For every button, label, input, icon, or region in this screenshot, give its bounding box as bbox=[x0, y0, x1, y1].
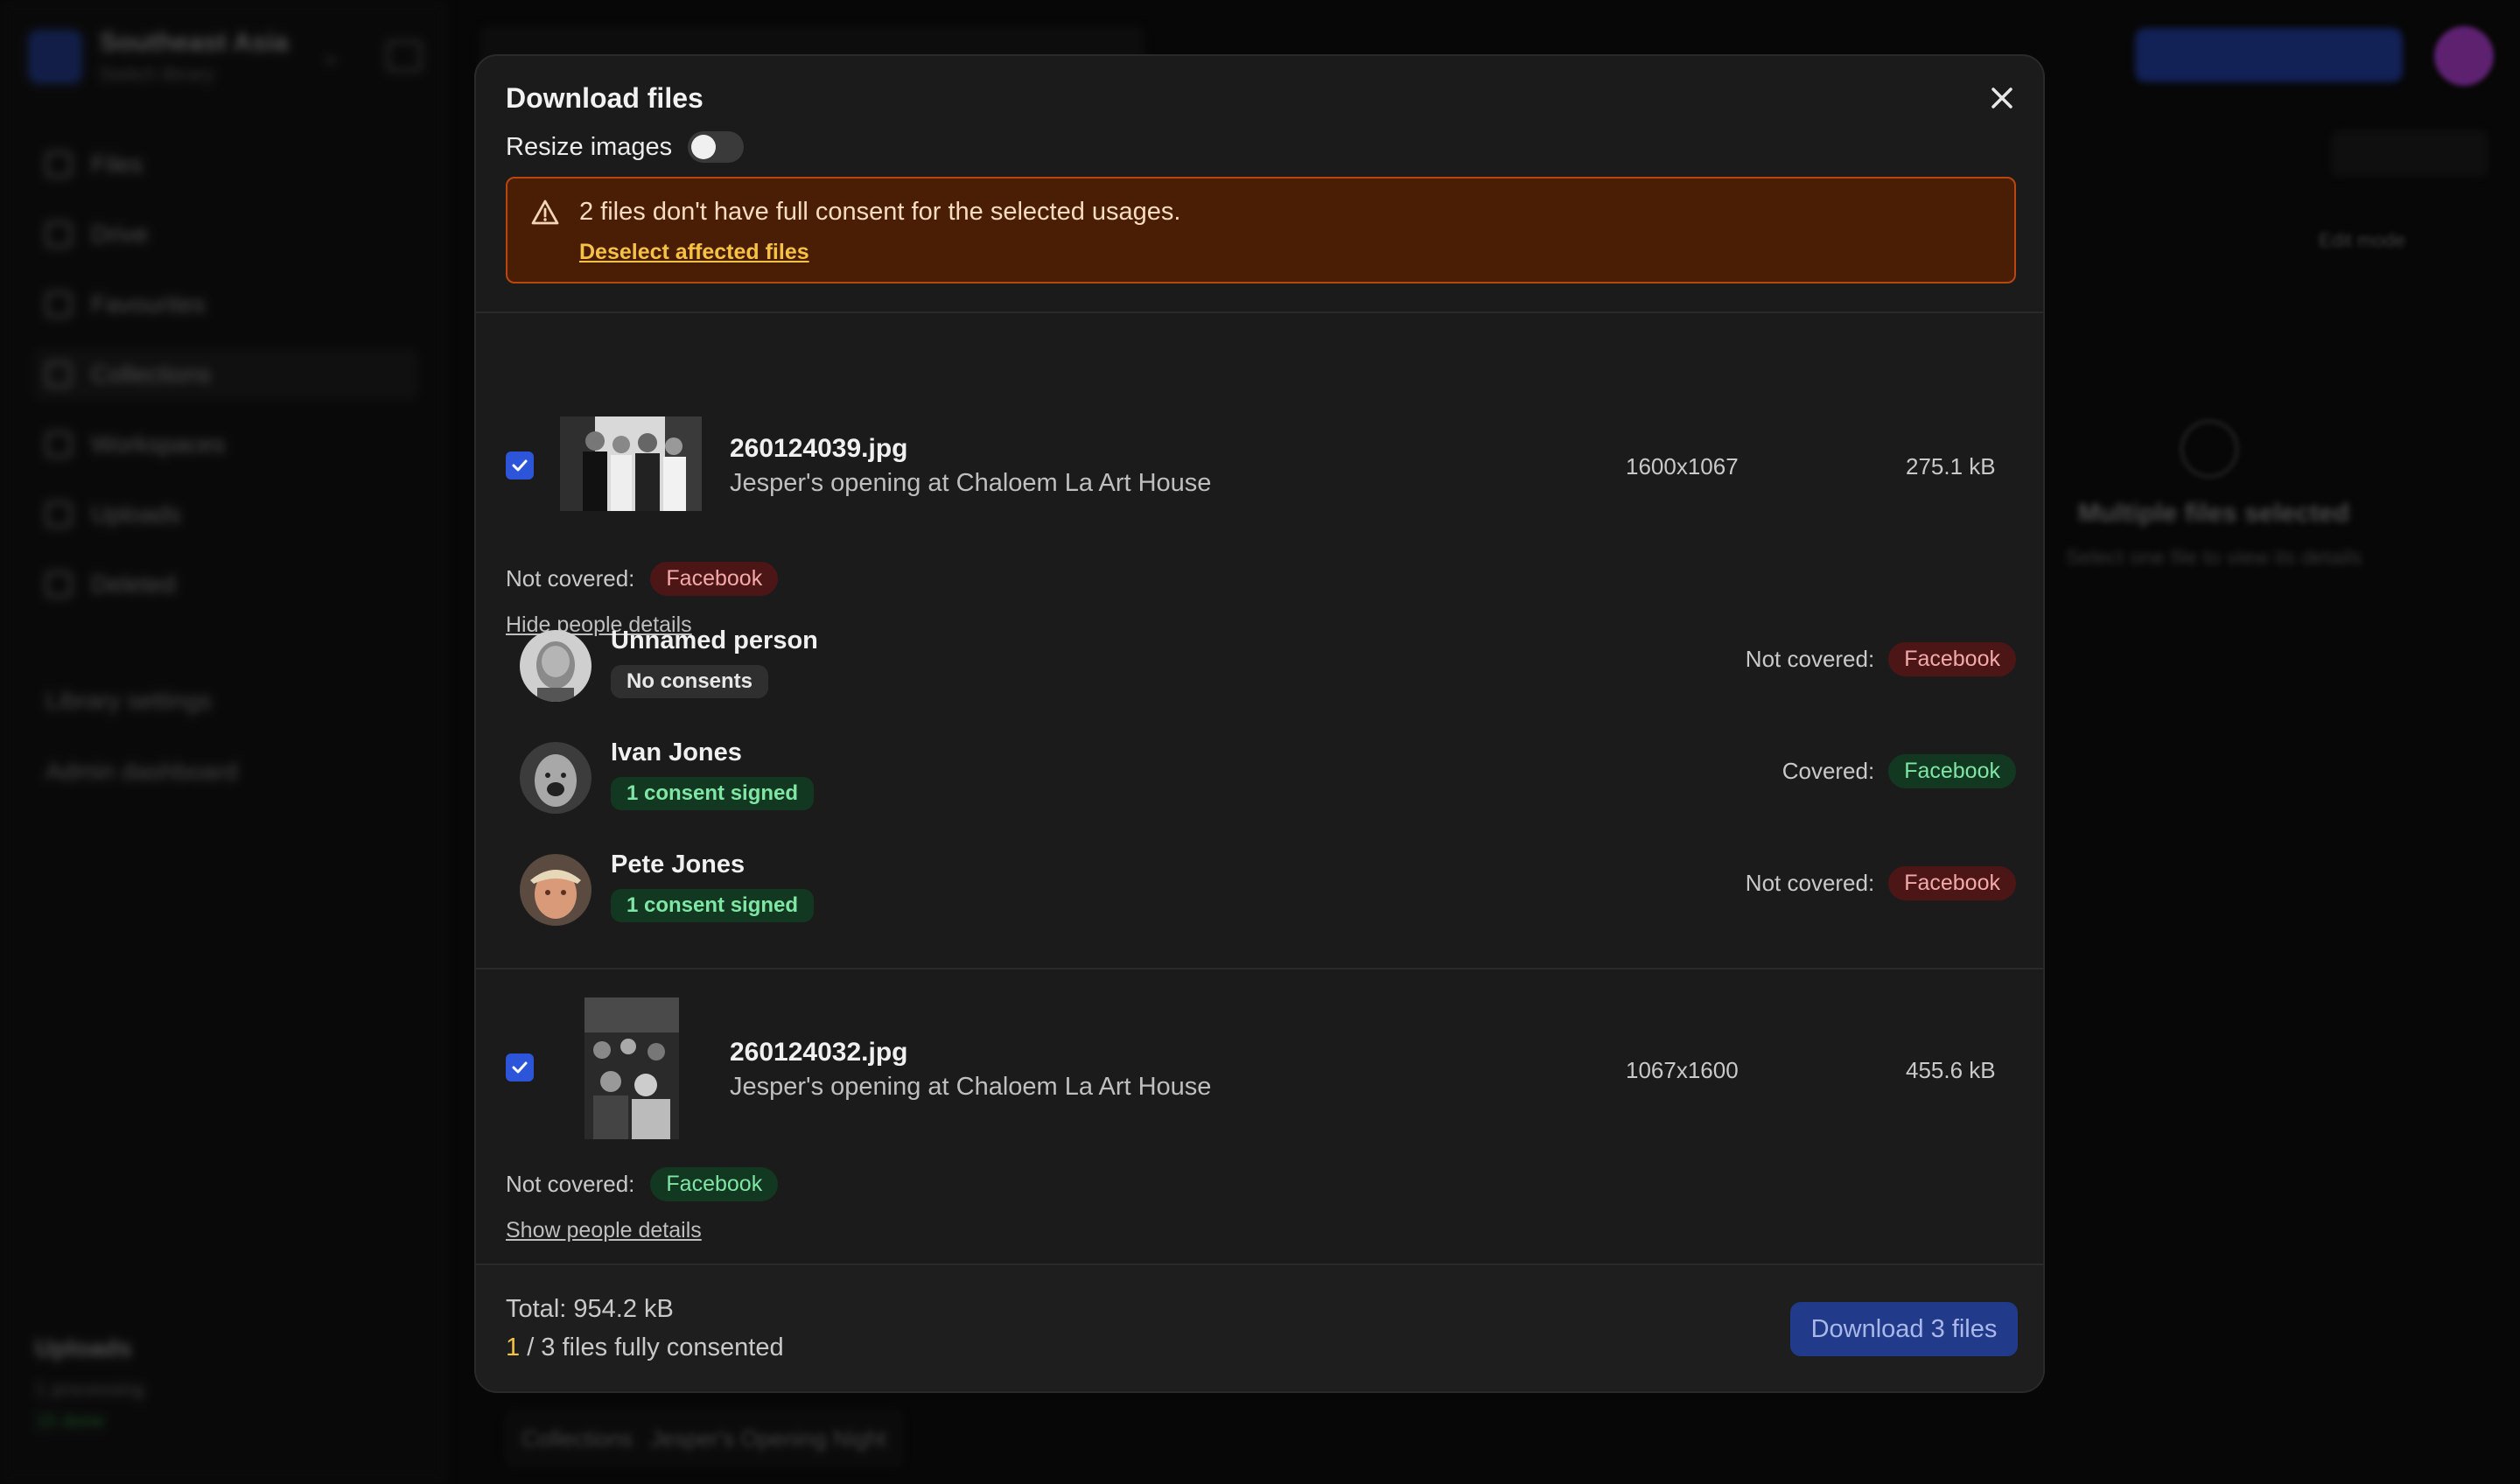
file-checkbox[interactable] bbox=[506, 452, 534, 480]
close-icon[interactable] bbox=[1984, 80, 2020, 116]
warning-triangle-icon bbox=[531, 200, 559, 225]
toggle-people-details-link[interactable]: Show people details bbox=[506, 1218, 702, 1243]
avatar bbox=[520, 742, 592, 814]
modal-title: Download files bbox=[506, 82, 704, 114]
warning-text: 2 files don't have full consent for the … bbox=[579, 198, 1181, 226]
person-coverage: Not covered: Facebook bbox=[1746, 642, 2016, 676]
person-row: Ivan Jones 1 consent signed Covered: Fac… bbox=[520, 733, 2016, 821]
coverage-label: Not covered: bbox=[1745, 870, 1875, 896]
person-row: Unnamed person No consents Not covered: … bbox=[520, 621, 2016, 709]
file-name: 260124039.jpg bbox=[730, 434, 908, 463]
file-dimensions: 1600x1067 bbox=[1626, 453, 1739, 480]
avatar bbox=[520, 630, 592, 702]
consent-status: 1 consent signed bbox=[611, 889, 815, 922]
coverage-label: Covered: bbox=[1782, 758, 1875, 784]
avatar bbox=[520, 854, 592, 926]
deselect-affected-files-link[interactable]: Deselect affected files bbox=[579, 240, 809, 265]
usage-badge: Facebook bbox=[1888, 754, 2016, 788]
person-name: Unnamed person bbox=[611, 626, 818, 654]
file-description: Jesper's opening at Chaloem La Art House bbox=[730, 469, 1212, 497]
usage-badge: Facebook bbox=[650, 1167, 779, 1201]
file-thumbnail[interactable] bbox=[584, 998, 679, 1139]
consent-status: No consents bbox=[611, 665, 769, 698]
person-name: Pete Jones bbox=[611, 850, 746, 878]
file-dimensions: 1067x1600 bbox=[1626, 1057, 1739, 1083]
person-name: Ivan Jones bbox=[611, 738, 742, 766]
file-row: 260124032.jpg Jesper's opening at Chaloe… bbox=[476, 970, 2043, 1264]
person-row: Pete Jones 1 consent signed Not covered:… bbox=[520, 845, 2016, 933]
file-name: 260124032.jpg bbox=[730, 1038, 908, 1067]
consented-rest: / 3 files fully consented bbox=[520, 1334, 784, 1362]
file-checkbox[interactable] bbox=[506, 1054, 534, 1082]
resize-images-row: Resize images bbox=[506, 130, 745, 164]
resize-images-toggle[interactable] bbox=[688, 131, 745, 163]
coverage-label: Not covered: bbox=[1745, 646, 1875, 672]
resize-images-label: Resize images bbox=[506, 132, 673, 161]
consent-badge: No consents bbox=[611, 665, 769, 698]
consented-count: 1 bbox=[506, 1334, 521, 1362]
file-size: 455.6 kB bbox=[1906, 1057, 1996, 1083]
download-button[interactable]: Download 3 files bbox=[1790, 1302, 2018, 1356]
usage-badge: Facebook bbox=[1888, 866, 2016, 900]
consent-badge: 1 consent signed bbox=[611, 889, 815, 922]
app-root: Southeast Asia Switch library ⌄ Files Dr… bbox=[0, 0, 2520, 1484]
coverage-label: Not covered: bbox=[506, 565, 635, 592]
modal-footer: Total: 954.2 kB 1 / 3 files fully consen… bbox=[476, 1264, 2043, 1391]
usage-badge: Facebook bbox=[1888, 642, 2016, 676]
consent-summary: 1 / 3 files fully consented bbox=[506, 1334, 784, 1362]
file-size: 275.1 kB bbox=[1906, 453, 1996, 480]
file-coverage: Not covered: Facebook bbox=[506, 1167, 779, 1201]
check-icon bbox=[512, 459, 528, 472]
toggle-knob bbox=[691, 135, 717, 159]
download-files-modal: Download files Resize images 2 files don… bbox=[474, 54, 2045, 1393]
file-coverage: Not covered: Facebook bbox=[506, 562, 779, 596]
total-size: Total: 954.2 kB bbox=[506, 1295, 674, 1323]
consent-badge: 1 consent signed bbox=[611, 777, 815, 810]
coverage-label: Not covered: bbox=[506, 1171, 635, 1197]
person-coverage: Covered: Facebook bbox=[1782, 754, 2016, 788]
check-icon bbox=[512, 1061, 528, 1074]
person-coverage: Not covered: Facebook bbox=[1746, 866, 2016, 900]
file-description: Jesper's opening at Chaloem La Art House bbox=[730, 1073, 1212, 1101]
file-thumbnail[interactable] bbox=[560, 416, 702, 511]
consent-status: 1 consent signed bbox=[611, 777, 815, 810]
consent-warning-banner: 2 files don't have full consent for the … bbox=[506, 177, 2016, 284]
usage-badge: Facebook bbox=[650, 562, 779, 596]
